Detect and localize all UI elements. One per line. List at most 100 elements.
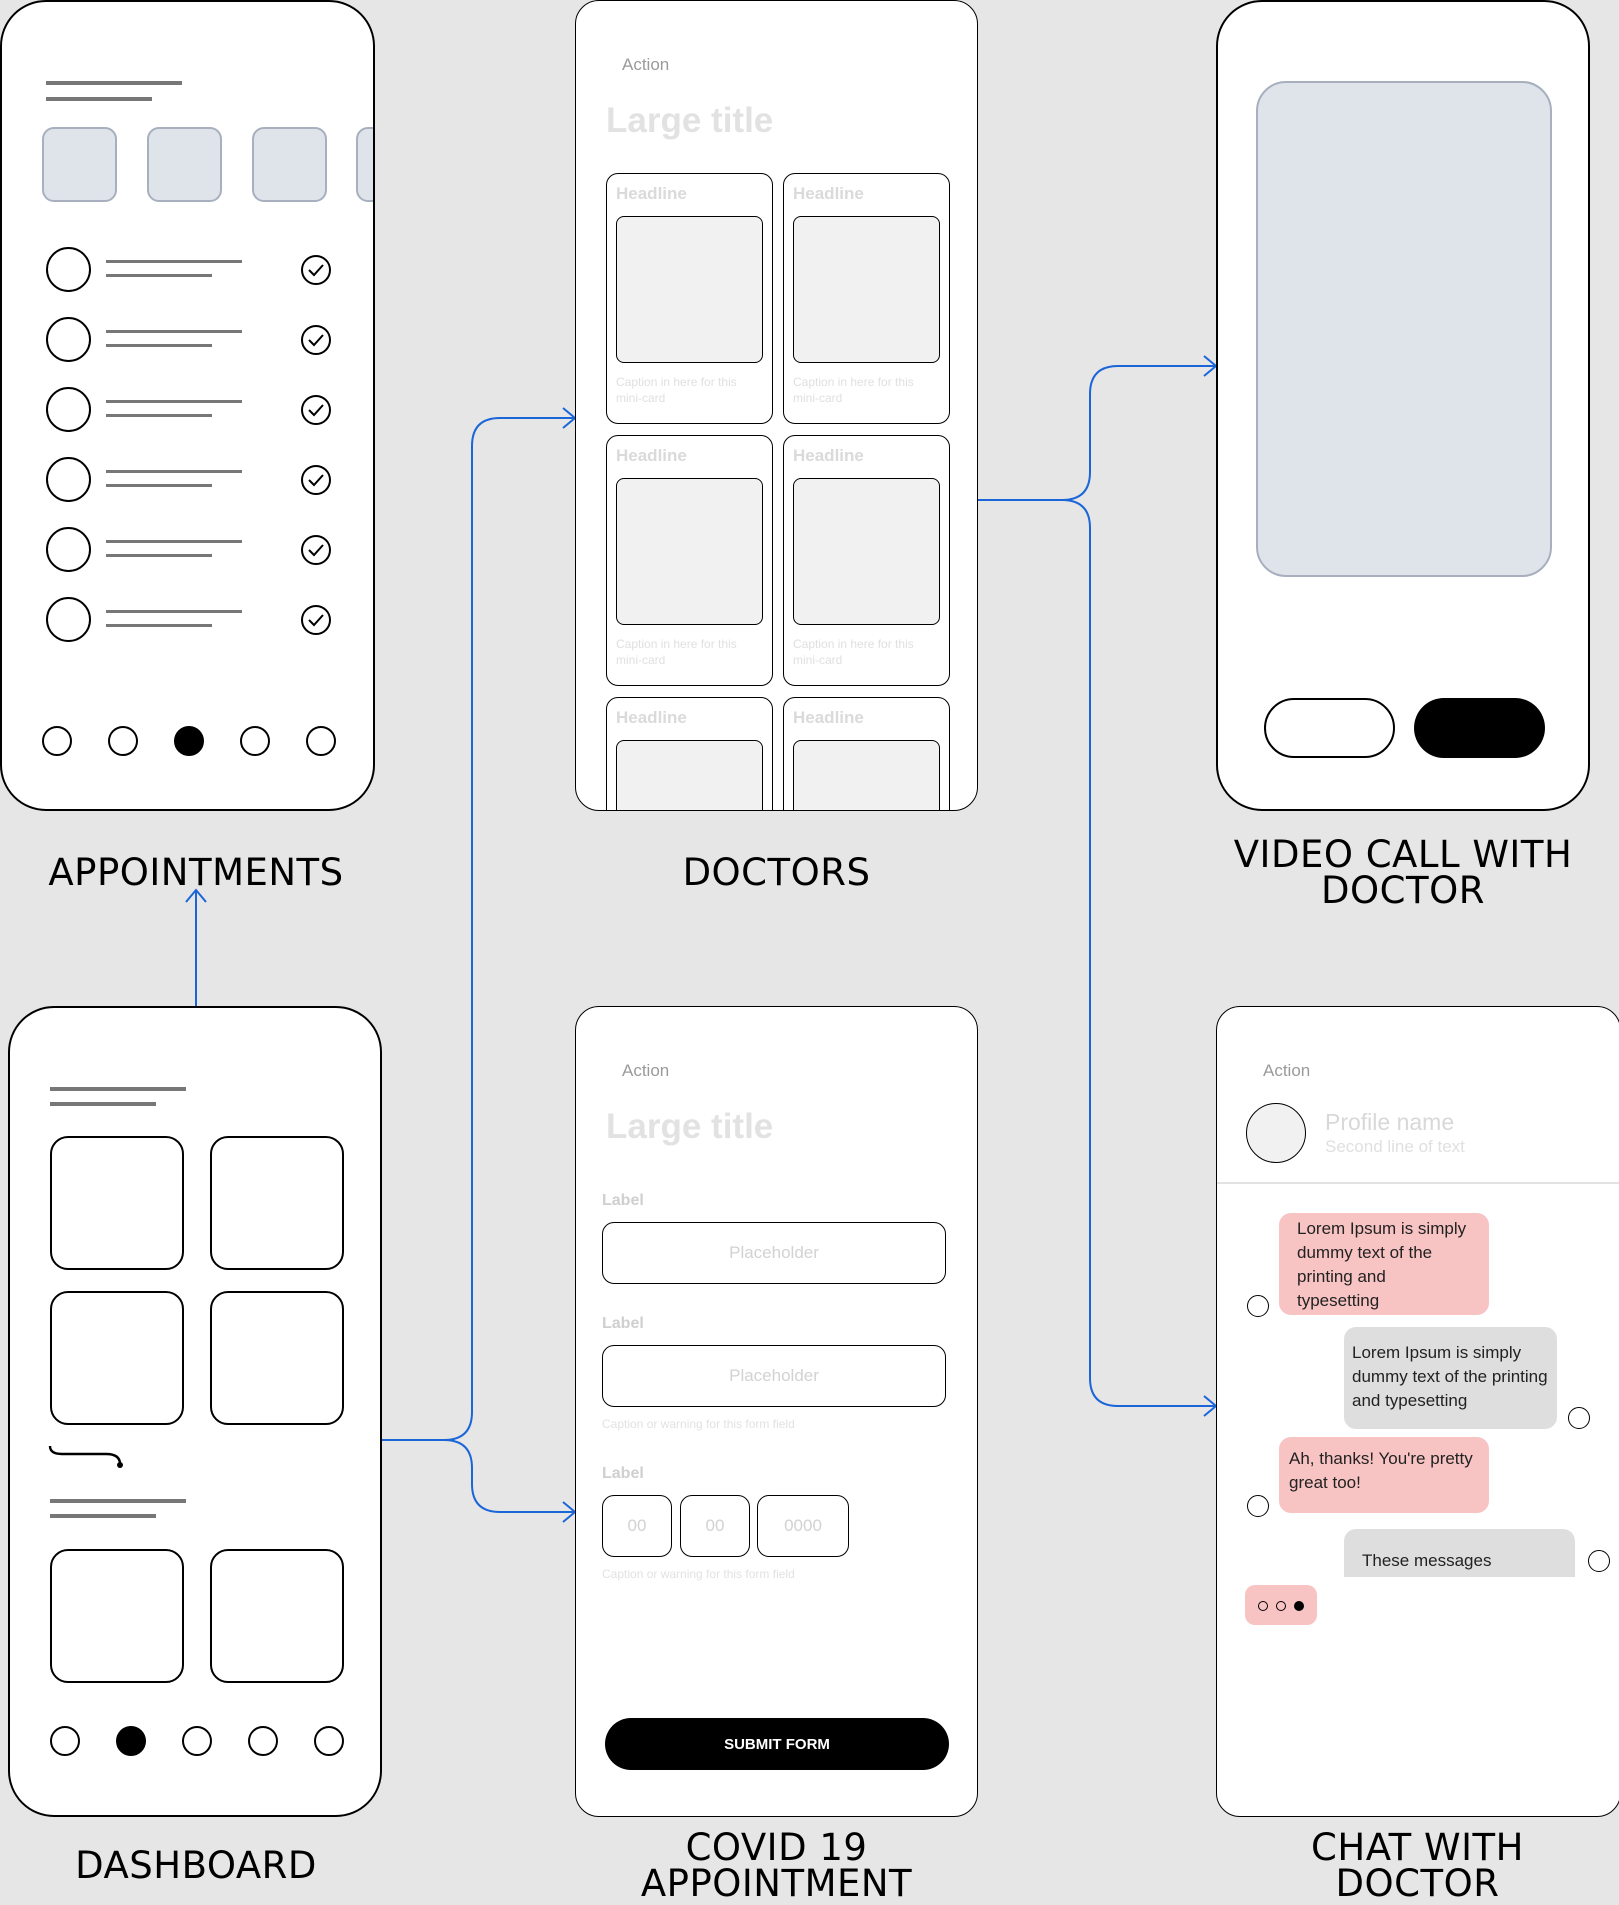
dashboard-card[interactable] — [50, 1136, 184, 1270]
video-call-label: VIDEO CALL WITH DOCTOR — [1216, 833, 1590, 909]
year-field[interactable]: 0000 — [757, 1495, 849, 1557]
page-dot[interactable] — [182, 1726, 212, 1756]
dashboard-card[interactable] — [50, 1291, 184, 1425]
chat-label-line1: CHAT WITH — [1311, 1826, 1524, 1869]
covid-label-line1: COVID 19 — [685, 1826, 868, 1869]
field-caption: Caption or warning for this form field — [602, 1417, 795, 1431]
message-sent: These messages — [1344, 1529, 1575, 1577]
appointment-line — [106, 414, 212, 417]
dashboard-card[interactable] — [210, 1549, 344, 1683]
accept-button[interactable] — [1414, 698, 1545, 758]
appointment-line — [106, 260, 242, 263]
doctors-label: DOCTORS — [682, 851, 871, 894]
chat-label-line2: DOCTOR — [1335, 1862, 1500, 1905]
check-icon[interactable] — [300, 534, 332, 566]
chat-label: CHAT WITH DOCTOR — [1216, 1826, 1619, 1905]
day-field[interactable]: 00 — [602, 1495, 672, 1557]
dashboard-label: DASHBOARD — [75, 1844, 317, 1887]
appointments-screen — [0, 0, 375, 811]
card-caption: Caption in here for this mini-card — [616, 375, 737, 405]
header-line — [50, 1087, 186, 1091]
check-icon[interactable] — [300, 324, 332, 356]
doctor-card[interactable]: Headline Caption in here for this mini-c… — [783, 173, 950, 424]
appointment-line — [106, 400, 242, 403]
category-tile[interactable] — [147, 127, 222, 202]
page-dot[interactable] — [306, 726, 336, 756]
arrow-dashboard-to-covid — [443, 1439, 575, 1513]
doctor-card[interactable]: Headline Caption in here for this mini-c… — [606, 435, 773, 686]
appointment-avatar — [46, 457, 91, 502]
message-sent: Lorem Ipsum is simply dummy text of the … — [1344, 1327, 1557, 1429]
page-dot-active[interactable] — [116, 1726, 146, 1756]
action-link[interactable]: Action — [622, 55, 669, 75]
appointment-line — [106, 274, 212, 277]
header-divider — [1217, 1182, 1619, 1184]
decline-button[interactable] — [1264, 698, 1395, 758]
appointment-line — [106, 554, 212, 557]
sender-avatar — [1588, 1550, 1610, 1572]
video-call-label-line1: VIDEO CALL WITH — [1233, 833, 1573, 876]
appointment-avatar — [46, 247, 91, 292]
page-dot[interactable] — [314, 1726, 344, 1756]
appointment-avatar — [46, 527, 91, 572]
field-label: Label — [602, 1465, 644, 1482]
category-tile[interactable] — [356, 127, 373, 202]
header-line — [46, 97, 152, 101]
arrow-doctors-to-video — [978, 365, 1216, 501]
covid-appointment-screen: Action Large title Label Placeholder Lab… — [575, 1006, 978, 1817]
page-dot[interactable] — [42, 726, 72, 756]
card-headline: Headline — [793, 184, 864, 203]
avatar — [1246, 1103, 1306, 1163]
header-line — [50, 1102, 156, 1106]
doctor-card[interactable]: Headline — [783, 697, 950, 810]
check-icon[interactable] — [300, 394, 332, 426]
category-tile[interactable] — [42, 127, 117, 202]
appointment-line — [106, 470, 242, 473]
chat-screen: Action Profile name Second line of text … — [1216, 1006, 1619, 1817]
check-icon[interactable] — [300, 604, 332, 636]
typing-indicator — [1245, 1585, 1317, 1625]
dashboard-card[interactable] — [210, 1291, 344, 1425]
sender-avatar — [1247, 1495, 1269, 1517]
arrow-doctors-to-chat — [1061, 499, 1216, 1407]
covid-appointment-label: COVID 19 APPOINTMENT — [575, 1826, 978, 1902]
check-icon[interactable] — [300, 464, 332, 496]
profile-subtitle: Second line of text — [1325, 1137, 1465, 1156]
dashboard-card[interactable] — [210, 1136, 344, 1270]
card-caption: Caption in here for this mini-card — [616, 637, 737, 667]
page-dot[interactable] — [240, 726, 270, 756]
appointment-line — [106, 330, 242, 333]
card-headline: Headline — [616, 446, 687, 465]
doctor-card[interactable]: Headline Caption in here for this mini-c… — [783, 435, 950, 686]
appointment-avatar — [46, 597, 91, 642]
check-icon[interactable] — [300, 254, 332, 286]
field-label: Label — [602, 1315, 644, 1332]
appointment-avatar — [46, 317, 91, 362]
doctor-card[interactable]: Headline — [606, 697, 773, 810]
page-dot-active[interactable] — [174, 726, 204, 756]
category-tile[interactable] — [252, 127, 327, 202]
page-dot[interactable] — [248, 1726, 278, 1756]
dashboard-card[interactable] — [50, 1549, 184, 1683]
card-image — [793, 478, 940, 625]
doctor-card[interactable]: Headline Caption in here for this mini-c… — [606, 173, 773, 424]
video-call-screen — [1216, 0, 1590, 811]
page-dot[interactable] — [50, 1726, 80, 1756]
typing-dot — [1276, 1601, 1286, 1611]
page-dot[interactable] — [108, 726, 138, 756]
submit-button[interactable]: SUBMIT FORM — [605, 1718, 949, 1770]
connector-squiggle — [48, 1445, 123, 1468]
card-caption: Caption in here for this mini-card — [793, 637, 914, 667]
action-link[interactable]: Action — [622, 1061, 669, 1081]
page-title: Large title — [606, 101, 774, 140]
profile-name: Profile name — [1325, 1109, 1455, 1135]
card-image — [616, 478, 763, 625]
message-received: Ah, thanks! You're pretty great too! — [1279, 1437, 1489, 1513]
section-line — [50, 1514, 156, 1518]
month-field[interactable]: 00 — [680, 1495, 750, 1557]
doctors-screen: Action Large title Headline Caption in h… — [575, 0, 978, 811]
action-link[interactable]: Action — [1263, 1061, 1310, 1081]
video-feed — [1256, 81, 1552, 577]
text-field[interactable]: Placeholder — [602, 1222, 946, 1284]
text-field[interactable]: Placeholder — [602, 1345, 946, 1407]
